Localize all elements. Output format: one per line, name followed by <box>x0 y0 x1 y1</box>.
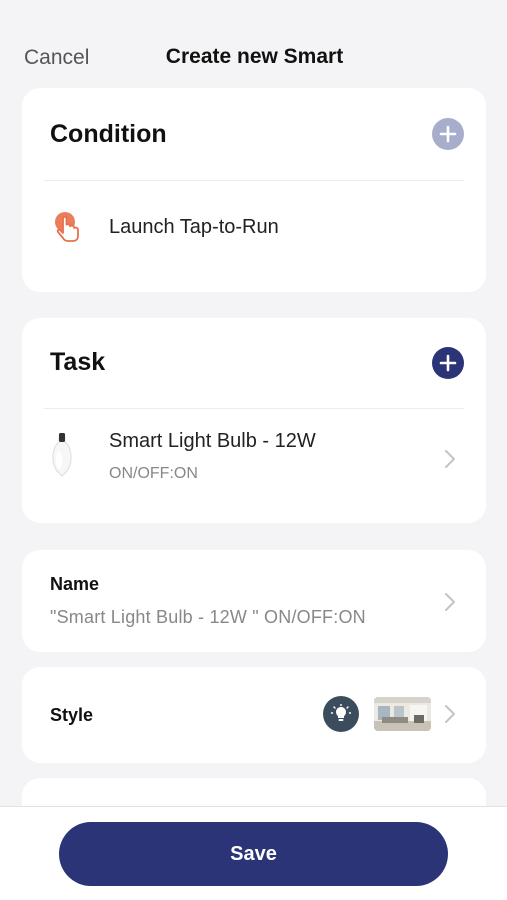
bulb-icon <box>331 704 351 721</box>
add-task-button[interactable] <box>432 347 464 379</box>
condition-card: Condition Launch Tap-to-Run <box>22 88 486 292</box>
room-thumbnail <box>374 697 431 731</box>
name-label: Name <box>50 574 100 594</box>
save-button[interactable]: Save <box>59 822 448 886</box>
chevron-right-icon <box>445 705 455 723</box>
page-title: Create new Smart <box>165 45 344 68</box>
chevron-right-icon <box>445 450 455 468</box>
style-row[interactable]: Style <box>22 667 486 763</box>
footer: Save <box>0 806 507 900</box>
task-item[interactable]: Smart Light Bulb - 12W ON/OFF:ON <box>22 409 486 523</box>
add-condition-button[interactable] <box>432 118 464 150</box>
style-label: Style <box>50 705 94 725</box>
name-row[interactable]: Name "Smart Light Bulb - 12W " ON/OFF:ON <box>22 550 486 652</box>
task-title: Task <box>50 348 106 376</box>
bulb-icon <box>52 433 72 477</box>
condition-title: Condition <box>50 120 167 148</box>
condition-label: Launch Tap-to-Run <box>109 216 279 238</box>
plus-icon <box>439 125 457 143</box>
task-card: Task Smart Light Bulb - 12W ON/OFF:ON <box>22 318 486 523</box>
task-device-action: ON/OFF:ON <box>109 465 198 482</box>
plus-icon <box>439 354 457 372</box>
name-value: "Smart Light Bulb - 12W " ON/OFF:ON <box>50 607 366 627</box>
condition-item[interactable]: Launch Tap-to-Run <box>22 181 486 292</box>
header: Cancel Create new Smart <box>0 0 507 86</box>
task-device-name: Smart Light Bulb - 12W <box>109 430 316 452</box>
tap-icon <box>55 212 79 242</box>
chevron-right-icon <box>445 593 455 611</box>
style-bulb-icon <box>323 696 359 732</box>
